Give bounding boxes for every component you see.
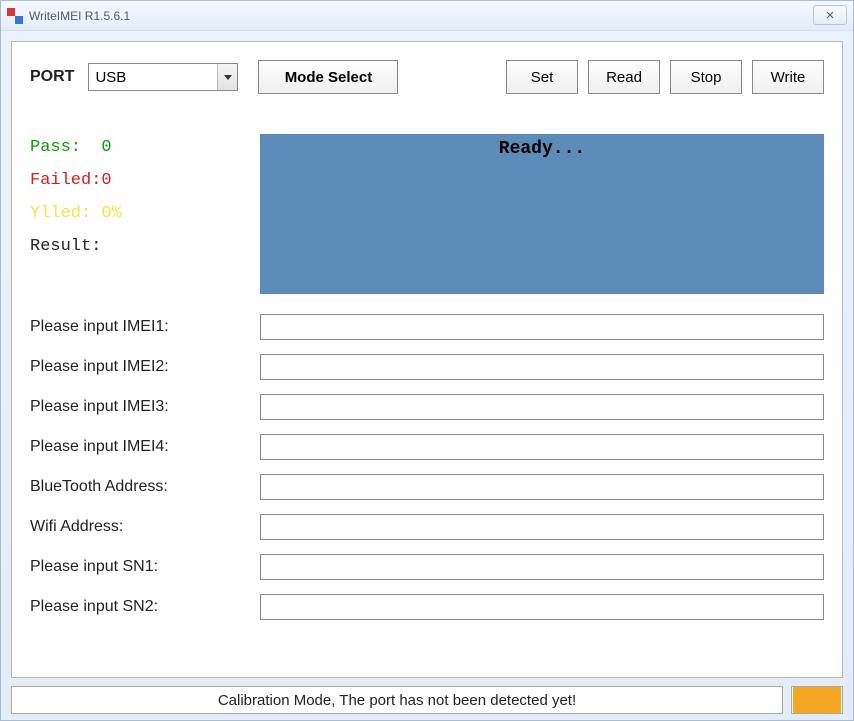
failed-value: 0 xyxy=(101,171,111,190)
input-form: Please input IMEI1: Please input IMEI2: … xyxy=(30,314,824,620)
bluetooth-input[interactable] xyxy=(260,474,824,500)
write-button[interactable]: Write xyxy=(752,60,824,94)
mode-select-button[interactable]: Mode Select xyxy=(258,60,398,94)
footer-indicator xyxy=(791,686,843,714)
window-title: WriteIMEI R1.5.6.1 xyxy=(29,9,130,23)
wifi-row: Wifi Address: xyxy=(30,514,824,540)
set-button[interactable]: Set xyxy=(506,60,578,94)
sn2-input[interactable] xyxy=(260,594,824,620)
main-panel: PORT USB Mode Select Set Read Stop Write… xyxy=(11,41,843,678)
app-window: WriteIMEI R1.5.6.1 ✕ PORT USB Mode Selec… xyxy=(0,0,854,721)
pass-value: 0 xyxy=(101,138,111,157)
bluetooth-row: BlueTooth Address: xyxy=(30,474,824,500)
result-label: Result: xyxy=(30,237,101,256)
bluetooth-label: BlueTooth Address: xyxy=(30,478,260,496)
stop-button[interactable]: Stop xyxy=(670,60,742,94)
imei1-row: Please input IMEI1: xyxy=(30,314,824,340)
status-box: Ready... xyxy=(260,134,824,294)
pass-stat: Pass: 0 xyxy=(30,138,250,157)
close-icon: ✕ xyxy=(825,9,834,22)
footer-message: Calibration Mode, The port has not been … xyxy=(11,686,783,714)
sn1-input[interactable] xyxy=(260,554,824,580)
sn2-row: Please input SN2: xyxy=(30,594,824,620)
status-text: Ready... xyxy=(499,139,585,159)
titlebar: WriteIMEI R1.5.6.1 ✕ xyxy=(1,1,853,31)
yield-value: 0% xyxy=(101,204,121,223)
imei4-label: Please input IMEI4: xyxy=(30,438,260,456)
wifi-input[interactable] xyxy=(260,514,824,540)
imei4-row: Please input IMEI4: xyxy=(30,434,824,460)
imei1-input[interactable] xyxy=(260,314,824,340)
port-label: PORT xyxy=(30,68,74,86)
port-select-value: USB xyxy=(95,69,126,86)
indicator-fill xyxy=(793,687,841,713)
action-button-group: Set Read Stop Write xyxy=(506,60,824,94)
yield-label: Ylled: xyxy=(30,204,91,223)
imei3-label: Please input IMEI3: xyxy=(30,398,260,416)
yield-stat: Ylled: 0% xyxy=(30,204,250,223)
footer-bar: Calibration Mode, The port has not been … xyxy=(11,686,843,714)
imei1-label: Please input IMEI1: xyxy=(30,318,260,336)
port-select[interactable]: USB xyxy=(88,63,238,91)
imei2-row: Please input IMEI2: xyxy=(30,354,824,380)
window-controls: ✕ xyxy=(813,5,847,25)
sn1-label: Please input SN1: xyxy=(30,558,260,576)
failed-stat: Failed:0 xyxy=(30,171,250,190)
imei2-label: Please input IMEI2: xyxy=(30,358,260,376)
close-button[interactable]: ✕ xyxy=(813,5,847,25)
imei3-input[interactable] xyxy=(260,394,824,420)
pass-label: Pass: xyxy=(30,138,81,157)
imei2-input[interactable] xyxy=(260,354,824,380)
imei3-row: Please input IMEI3: xyxy=(30,394,824,420)
read-button[interactable]: Read xyxy=(588,60,660,94)
mid-section: Pass: 0 Failed:0 Ylled: 0% Result: Ready… xyxy=(30,134,824,294)
top-toolbar: PORT USB Mode Select Set Read Stop Write xyxy=(30,60,824,94)
stats-panel: Pass: 0 Failed:0 Ylled: 0% Result: xyxy=(30,134,250,294)
result-stat: Result: xyxy=(30,237,250,256)
failed-label: Failed: xyxy=(30,171,101,190)
sn2-label: Please input SN2: xyxy=(30,598,260,616)
sn1-row: Please input SN1: xyxy=(30,554,824,580)
app-icon xyxy=(7,8,23,24)
wifi-label: Wifi Address: xyxy=(30,518,260,536)
chevron-down-icon xyxy=(217,64,237,90)
imei4-input[interactable] xyxy=(260,434,824,460)
